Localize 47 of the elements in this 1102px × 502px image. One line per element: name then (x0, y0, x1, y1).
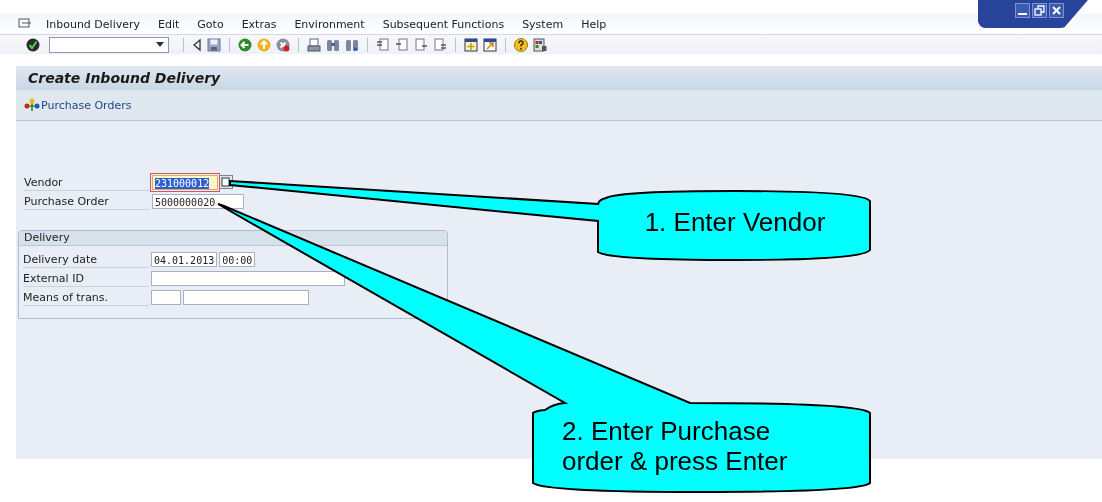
back-triangle-icon[interactable] (192, 37, 202, 52)
cancel-icon[interactable] (276, 37, 290, 52)
next-page-icon[interactable] (414, 37, 428, 52)
menu-item[interactable]: Environment (285, 17, 374, 31)
menu-item[interactable]: Extras (232, 17, 286, 31)
input-field[interactable] (151, 270, 345, 286)
close-icon[interactable] (1049, 3, 1064, 18)
find-icon[interactable] (326, 37, 340, 52)
minimize-icon[interactable] (1015, 3, 1030, 18)
menu-item[interactable]: Inbound Delivery (37, 17, 149, 31)
save-icon[interactable] (207, 37, 221, 52)
first-page-icon[interactable] (376, 37, 390, 52)
menu-item[interactable]: System (513, 17, 573, 31)
tree-icon (24, 98, 40, 112)
command-field[interactable] (49, 36, 169, 53)
callout-text: 2. Enter Purchase order & press Enter (562, 416, 789, 476)
callout-text: 1. Enter Vendor (643, 207, 827, 237)
previous-page-icon[interactable] (395, 37, 409, 52)
field-label: Purchase Order (24, 192, 150, 210)
input-field[interactable] (183, 289, 309, 305)
input-field[interactable]: 04.01.2013 (151, 251, 218, 267)
find-next-icon[interactable] (345, 37, 359, 52)
caret-icon[interactable] (156, 42, 164, 47)
menu-item[interactable]: Subsequent Functions (373, 17, 514, 31)
group-title: Delivery (19, 231, 447, 246)
restore-icon[interactable] (1032, 3, 1047, 18)
purchase-orders-button[interactable]: Purchase Orders (24, 98, 132, 112)
input-field[interactable]: 5000000020 (152, 193, 244, 209)
menu-item[interactable]: Help (572, 17, 616, 31)
input-field[interactable] (151, 289, 181, 305)
back-icon[interactable] (238, 37, 252, 52)
menu-item[interactable]: Edit (149, 17, 189, 31)
help-icon[interactable] (514, 37, 528, 52)
print-icon[interactable] (307, 37, 321, 52)
field-label: Means of trans. (23, 288, 149, 306)
new-window-icon[interactable] (464, 37, 478, 52)
input-field[interactable]: 00:00 (219, 251, 256, 267)
input-field[interactable]: 231000012 (152, 174, 218, 190)
menu-icon[interactable] (18, 18, 32, 30)
check-icon[interactable] (26, 37, 40, 52)
layout-icon[interactable] (533, 37, 547, 52)
screen-title: Create Inbound Delivery (28, 70, 221, 86)
menu-item[interactable]: Goto (188, 17, 233, 31)
shortcut-icon[interactable] (483, 37, 497, 52)
field-label: External ID (23, 269, 149, 287)
field-label: Delivery date (23, 250, 149, 268)
last-page-icon[interactable] (433, 37, 447, 52)
